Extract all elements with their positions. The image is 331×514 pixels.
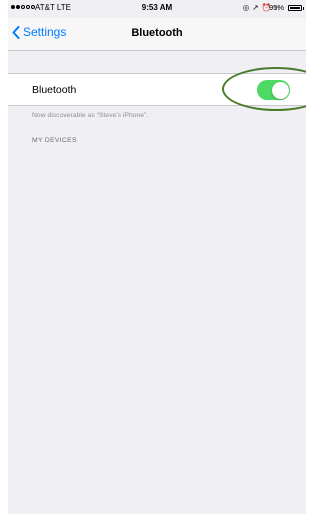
battery-icon xyxy=(288,5,302,11)
status-bar: AT&T LTE 9:53 AM ◎ ↗ ⏰ ∩ 95% xyxy=(8,0,306,18)
battery-percent: 95% xyxy=(268,3,284,12)
bluetooth-label: Bluetooth xyxy=(32,84,77,96)
bluetooth-toggle[interactable] xyxy=(257,80,290,100)
bluetooth-setting-row: Bluetooth xyxy=(8,73,306,106)
my-devices-header: MY DEVICES xyxy=(32,137,77,144)
toggle-knob xyxy=(271,81,289,99)
phone-screen: AT&T LTE 9:53 AM ◎ ↗ ⏰ ∩ 95% Settings Bl… xyxy=(8,0,306,514)
navigation-bar: Settings Bluetooth xyxy=(8,18,306,51)
discoverable-note: Now discoverable as “Steve’s iPhone”. xyxy=(32,112,149,119)
page-title: Bluetooth xyxy=(131,27,183,39)
battery-cap xyxy=(302,7,304,10)
